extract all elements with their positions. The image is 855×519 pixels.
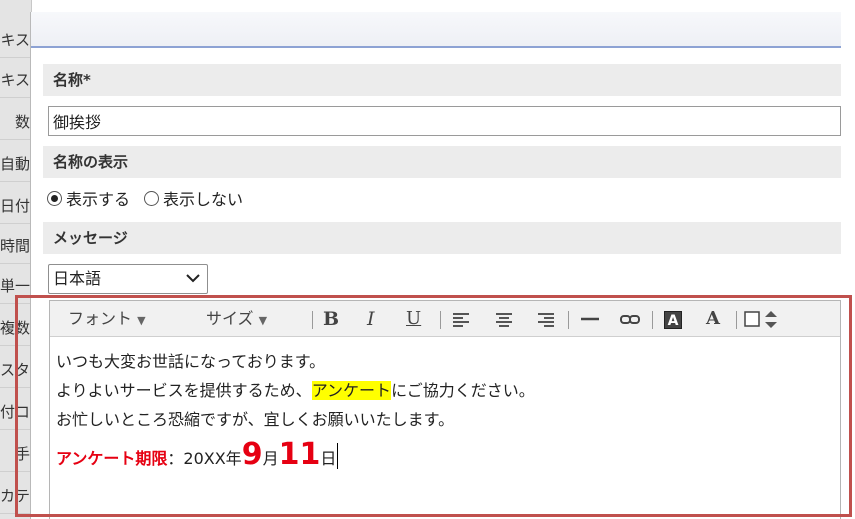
background-color-icon: A — [664, 310, 682, 329]
radio-hide-label[interactable]: 表示しない — [163, 186, 243, 210]
background-item: キス — [0, 62, 32, 98]
line2-text-after: にご協力ください。 — [391, 381, 535, 400]
align-right-icon[interactable] — [538, 313, 554, 327]
horizontal-rule-icon[interactable] — [580, 301, 600, 337]
border-icon[interactable] — [744, 301, 760, 337]
day-unit: 日 — [320, 449, 337, 468]
background-item: 複数 — [0, 310, 32, 346]
editor-content[interactable]: いつも大変お世話になっております。 よりよいサービスを提供するため、アンケートに… — [56, 347, 836, 478]
align-center-icon[interactable] — [496, 313, 512, 327]
radio-hide[interactable] — [144, 190, 160, 206]
display-radio-group: 表示する 表示しない — [47, 186, 257, 210]
background-item: 時間 — [0, 228, 32, 264]
chevron-down-icon — [185, 265, 201, 303]
underline-button[interactable]: U — [406, 301, 421, 337]
size-dropdown[interactable]: サイズ ▼ — [206, 301, 267, 337]
font-dropdown[interactable]: フォント ▼ — [68, 301, 146, 337]
dialog-body: 名称* 名称の表示 表示する 表示しない メッセージ 日本語 フォント ▼ — [31, 50, 841, 519]
bold-button[interactable]: B — [323, 301, 339, 337]
deadline-day: 11 — [278, 437, 321, 472]
background-item: 単一 — [0, 268, 32, 304]
link-icon[interactable] — [620, 301, 640, 337]
radio-show[interactable] — [47, 190, 62, 206]
toolbar-separator — [736, 311, 737, 329]
sort-icon[interactable] — [764, 301, 778, 337]
background-item: カテ — [0, 478, 32, 514]
radio-show-label[interactable]: 表示する — [66, 186, 130, 210]
background-color-button[interactable]: A — [664, 301, 682, 337]
dialog-title-bar[interactable] — [31, 12, 841, 48]
align-left-icon[interactable] — [453, 313, 469, 327]
toolbar-separator — [568, 311, 569, 329]
language-select-value: 日本語 — [53, 269, 102, 288]
toolbar-separator — [312, 311, 313, 329]
message-editor: フォント ▼ サイズ ▼ B I U A A いつも大変お世話になっております。… — [49, 300, 841, 519]
message-section-label: メッセージ — [43, 222, 841, 254]
editor-toolbar: フォント ▼ サイズ ▼ B I U A A — [50, 301, 840, 337]
language-select[interactable]: 日本語 — [48, 264, 208, 294]
message-line-2: よりよいサービスを提供するため、アンケートにご協力ください。 — [56, 376, 836, 405]
toolbar-separator — [440, 311, 441, 329]
message-line-3: お忙しいところ恐縮ですが、宜しくお願いいたします。 — [56, 410, 455, 429]
edit-dialog: 名称* 名称の表示 表示する 表示しない メッセージ 日本語 フォント ▼ — [30, 12, 841, 519]
background-item: 自動 — [0, 146, 32, 182]
deadline-label: アンケート期限 — [56, 449, 168, 468]
font-dropdown-label: フォント — [68, 309, 133, 328]
highlighted-word: アンケート — [311, 381, 392, 400]
background-item: 手 — [0, 436, 32, 472]
background-item: スタ — [0, 352, 32, 388]
background-item: 日付 — [0, 188, 32, 224]
line2-text-before: よりよいサービスを提供するため、 — [56, 381, 312, 400]
background-sidebar: キス キス 数 自動 日付 時間 単一 複数 スタ 付コ 手 カテ — [0, 0, 32, 519]
background-item: キス — [0, 22, 32, 58]
month-unit: 月 — [262, 449, 279, 468]
background-item: 数 — [0, 104, 32, 140]
italic-button[interactable]: I — [367, 301, 375, 337]
deadline-colon: ： — [167, 449, 184, 468]
caret-down-icon: ▼ — [258, 314, 268, 327]
deadline-year: 20XX年 — [183, 449, 242, 468]
size-dropdown-label: サイズ — [206, 309, 254, 328]
toolbar-separator — [652, 311, 653, 329]
background-item: 付コ — [0, 394, 32, 430]
deadline-month: 9 — [241, 437, 263, 472]
name-section-label: 名称* — [43, 64, 841, 96]
deadline-line: アンケート期限：20XX年9月11日 — [56, 436, 836, 478]
display-section-label: 名称の表示 — [43, 146, 841, 178]
text-color-button[interactable]: A — [706, 301, 720, 337]
caret-down-icon: ▼ — [137, 314, 146, 327]
text-cursor — [337, 443, 339, 469]
name-input[interactable] — [48, 106, 841, 136]
message-line-1: いつも大変お世話になっております。 — [56, 352, 326, 371]
